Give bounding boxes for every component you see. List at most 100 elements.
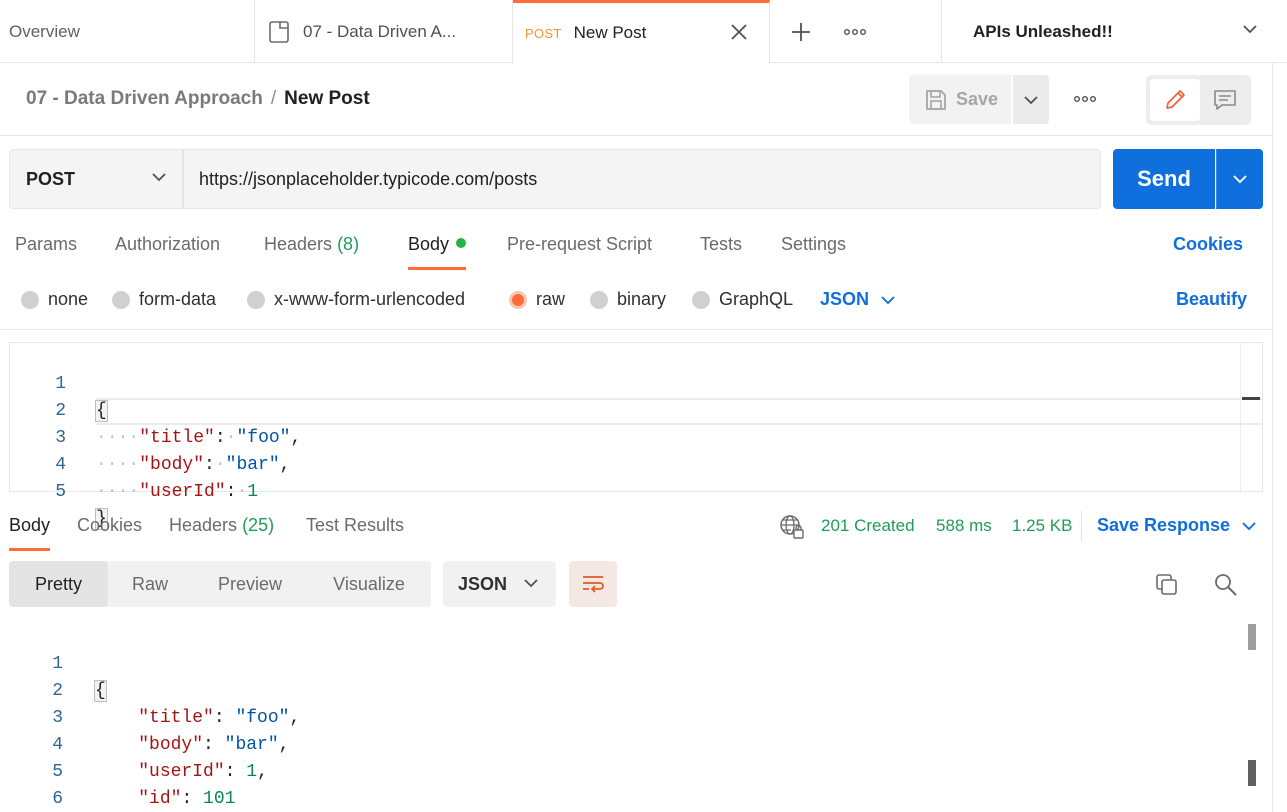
url-value: https://jsonplaceholder.typicode.com/pos… (199, 168, 538, 189)
send-button[interactable]: Send (1113, 149, 1215, 209)
tab-collection[interactable]: 07 - Data Driven A... (255, 0, 513, 63)
radio-graphql[interactable]: GraphQL (692, 289, 793, 310)
tabs-more-button[interactable] (840, 0, 870, 63)
document-icon (269, 20, 289, 43)
code-line: 2 ····"title":·"foo", (10, 371, 1262, 448)
radio-graphql-label: GraphQL (719, 289, 794, 309)
tab-collection-label: 07 - Data Driven A... (303, 21, 457, 41)
request-header: 07 - Data Driven Approach / New Post Save (0, 63, 1273, 136)
response-tab-cookies[interactable]: Cookies (77, 515, 142, 536)
tab-body[interactable]: Body (408, 234, 467, 270)
save-options-button[interactable] (1013, 75, 1049, 124)
tab-params[interactable]: Params (15, 234, 77, 255)
response-time[interactable]: 588 ms (936, 516, 992, 536)
response-bar: Body Cookies Headers (25) Test Results 2… (0, 505, 1273, 551)
chevron-down-icon (1233, 175, 1247, 184)
code-line: 1 { (10, 344, 1262, 422)
tab-headers-count: (8) (337, 234, 360, 254)
radio-binary[interactable]: binary (590, 289, 666, 310)
radio-circle (692, 290, 710, 309)
radio-circle-selected (509, 290, 527, 309)
new-tab-button[interactable] (785, 0, 817, 63)
beautify-link[interactable]: Beautify (1176, 289, 1247, 310)
send-options-button[interactable] (1216, 149, 1263, 209)
chevron-down-icon (152, 173, 166, 182)
chevron-down-icon (1024, 95, 1038, 104)
copy-icon[interactable] (1154, 572, 1180, 598)
chevron-down-icon (881, 295, 895, 304)
body-indicator-dot (456, 238, 467, 248)
breadcrumb-collection[interactable]: 07 - Data Driven Approach (26, 88, 263, 109)
close-icon[interactable] (729, 22, 749, 42)
response-tab-body[interactable]: Body (9, 515, 51, 551)
view-pretty[interactable]: Pretty (9, 561, 108, 607)
response-scrollbar-thumb[interactable] (1248, 760, 1256, 786)
request-tabs: Params Authorization Headers (8) Body Pr… (0, 225, 1273, 270)
response-body-viewer[interactable]: 1 { 2 "title": "foo", 3 "body": "bar", 4… (9, 624, 1263, 812)
comment-icon (1214, 90, 1236, 110)
tab-authorization[interactable]: Authorization (115, 234, 220, 255)
radio-urlencoded[interactable]: x-www-form-urlencoded (247, 289, 465, 310)
response-scrollbar-marker[interactable] (1248, 624, 1256, 650)
view-preview[interactable]: Preview (198, 561, 302, 607)
save-button[interactable]: Save (909, 75, 1011, 124)
radio-none-label: none (48, 289, 89, 309)
response-size[interactable]: 1.25 KB (1012, 516, 1073, 536)
comments-button[interactable] (1202, 79, 1248, 121)
response-status[interactable]: 201 Created (821, 516, 915, 536)
workspace-name: APIs Unleashed!! (973, 21, 1113, 41)
cookies-link[interactable]: Cookies (1173, 234, 1243, 255)
search-icon[interactable] (1213, 572, 1239, 598)
tab-settings[interactable]: Settings (781, 234, 846, 255)
url-input[interactable]: https://jsonplaceholder.typicode.com/pos… (183, 149, 1101, 209)
chevron-down-icon (1243, 25, 1257, 34)
response-tab-headers-count: (25) (242, 515, 275, 535)
divider (1081, 511, 1082, 541)
globe-lock-icon[interactable] (779, 514, 805, 540)
radio-raw-label: raw (536, 289, 566, 309)
radio-raw[interactable]: raw (509, 289, 565, 310)
more-horizontal-icon (1074, 96, 1096, 102)
panel-divider (1272, 63, 1273, 812)
tab-new-post-label: New Post (573, 23, 647, 42)
save-label: Save (956, 89, 999, 109)
tab-new-post[interactable]: POST New Post (513, 0, 770, 63)
body-format-select[interactable]: JSON (820, 289, 895, 310)
json-key: "userId" (139, 482, 226, 502)
scroll-marker (1242, 397, 1260, 400)
breadcrumb-request[interactable]: New Post (284, 88, 370, 109)
wrap-lines-button[interactable] (569, 561, 617, 607)
view-mode-toggle (1146, 75, 1251, 125)
response-view-modes: Pretty Raw Preview Visualize (9, 561, 431, 607)
request-body-editor[interactable]: 1 { 2 ····"title":·"foo", 3 ····"body":·… (9, 342, 1263, 530)
tab-tests[interactable]: Tests (700, 234, 742, 255)
tab-headers[interactable]: Headers (8) (264, 234, 359, 255)
response-tab-headers[interactable]: Headers (25) (169, 515, 274, 536)
code-line: 3 "body": "bar", (9, 678, 1263, 755)
view-raw[interactable]: Raw (108, 561, 192, 607)
response-format-select[interactable]: JSON (443, 561, 556, 607)
tab-strip: Overview 07 - Data Driven A... POST New … (0, 0, 1287, 63)
workspace-selector[interactable]: APIs Unleashed!! (941, 0, 1287, 63)
http-method-select[interactable]: POST (9, 149, 183, 209)
radio-none[interactable]: none (21, 289, 88, 310)
response-tab-test-results[interactable]: Test Results (306, 515, 404, 536)
code-line: 3 ····"body":·"bar", (10, 398, 1262, 475)
tab-overview[interactable]: Overview (0, 0, 255, 63)
radio-circle (112, 290, 130, 309)
save-response-label: Save Response (1097, 515, 1231, 535)
tab-pre-request-script[interactable]: Pre-request Script (507, 234, 652, 255)
request-more-button[interactable] (1071, 88, 1099, 110)
tab-headers-label: Headers (264, 234, 333, 254)
tab-body-label: Body (408, 234, 450, 254)
code-line: 4 "userId": 1, (9, 705, 1263, 782)
code-line: 1 { (9, 624, 1263, 702)
line-number: 5 (55, 482, 66, 502)
editor-scrollbar[interactable] (1240, 343, 1262, 491)
radio-form-data[interactable]: form-data (112, 289, 216, 310)
save-response-button[interactable]: Save Response (1097, 515, 1256, 536)
radio-urlencoded-label: x-www-form-urlencoded (274, 289, 466, 309)
radio-binary-label: binary (617, 289, 667, 309)
view-visualize[interactable]: Visualize (315, 561, 423, 607)
edit-mode-button[interactable] (1150, 79, 1200, 121)
